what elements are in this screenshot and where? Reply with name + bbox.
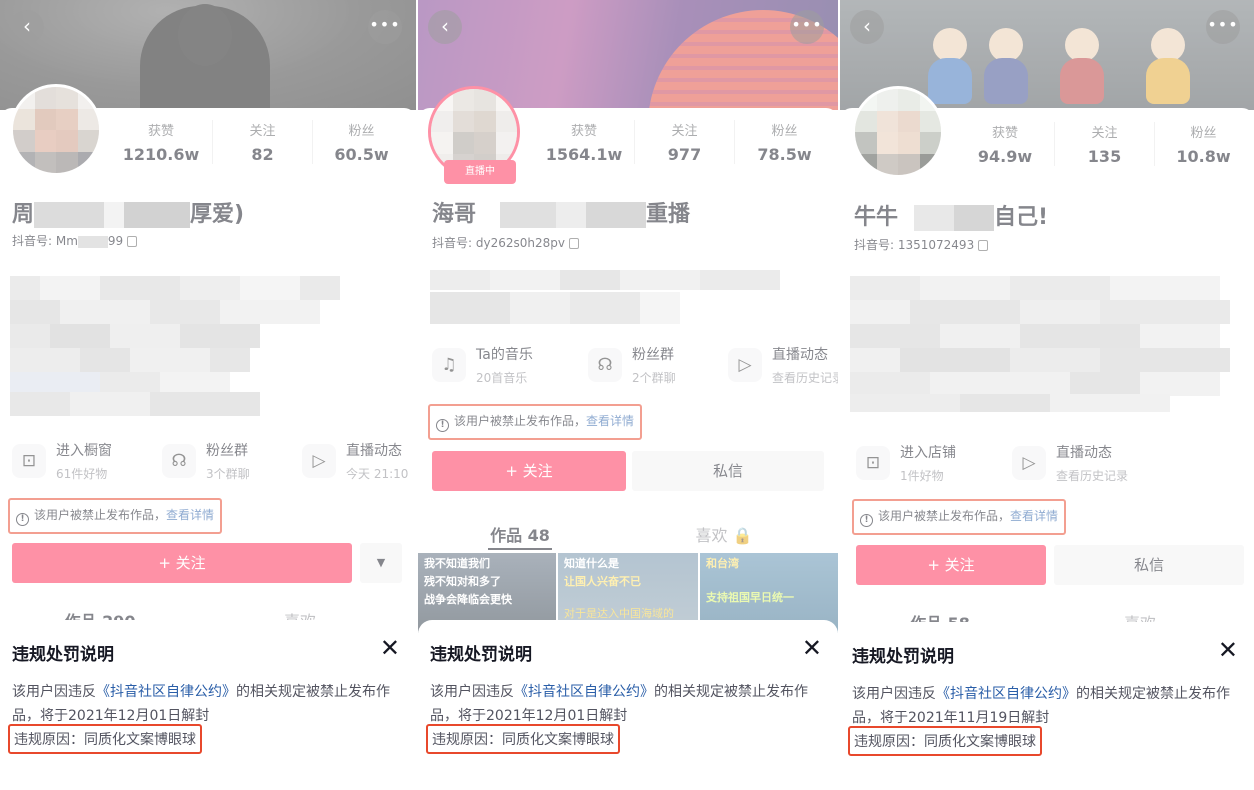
modal-text-before: 该用户因违反 xyxy=(430,684,514,700)
close-icon[interactable]: ✕ xyxy=(802,636,822,660)
screenshot-stage: ‹ ••• 获赞 1210.6w 关注 82 粉丝 60.5w 周 厚爱) 抖音… xyxy=(0,0,1254,790)
close-icon[interactable]: ✕ xyxy=(380,636,400,660)
community-rule-link[interactable]: 《抖音社区自律公约》 xyxy=(96,684,236,700)
penalty-modal: 违规处罚说明 ✕ 该用户因违反《抖音社区自律公约》的相关规定被禁止发布作品，将于… xyxy=(0,620,416,790)
penalty-reason: 违规原因：同质化文案博眼球 xyxy=(848,726,1042,756)
community-rule-link[interactable]: 《抖音社区自律公约》 xyxy=(514,684,654,700)
modal-title: 违规处罚说明 xyxy=(852,647,954,667)
profile-panel-3: ‹ ••• 获赞 94.9w 关注 135 粉丝 10.8w 牛牛 自己! 抖音… xyxy=(840,0,1254,790)
community-rule-link[interactable]: 《抖音社区自律公约》 xyxy=(936,686,1076,702)
penalty-modal: 违规处罚说明 ✕ 该用户因违反《抖音社区自律公约》的相关规定被禁止发布作品，将于… xyxy=(418,620,838,790)
penalty-modal: 违规处罚说明 ✕ 该用户因违反《抖音社区自律公约》的相关规定被禁止发布作品，将于… xyxy=(840,622,1254,790)
modal-title: 违规处罚说明 xyxy=(430,645,532,665)
profile-panel-1: ‹ ••• 获赞 1210.6w 关注 82 粉丝 60.5w 周 厚爱) 抖音… xyxy=(0,0,416,790)
modal-description: 该用户因违反《抖音社区自律公约》的相关规定被禁止发布作品，将于2021年11月1… xyxy=(852,682,1242,730)
penalty-reason: 违规原因：同质化文案博眼球 xyxy=(8,724,202,754)
modal-title: 违规处罚说明 xyxy=(12,645,114,665)
modal-description: 该用户因违反《抖音社区自律公约》的相关规定被禁止发布作品，将于2021年12月0… xyxy=(12,680,402,728)
profile-panel-2: ‹ ••• 直播中 获赞 1564.1w 关注 977 粉丝 78.5w 海哥 … xyxy=(418,0,838,790)
modal-text-before: 该用户因违反 xyxy=(852,686,936,702)
penalty-reason: 违规原因：同质化文案博眼球 xyxy=(426,724,620,754)
modal-description: 该用户因违反《抖音社区自律公约》的相关规定被禁止发布作品，将于2021年12月0… xyxy=(430,680,820,728)
modal-text-before: 该用户因违反 xyxy=(12,684,96,700)
close-icon[interactable]: ✕ xyxy=(1218,638,1238,662)
